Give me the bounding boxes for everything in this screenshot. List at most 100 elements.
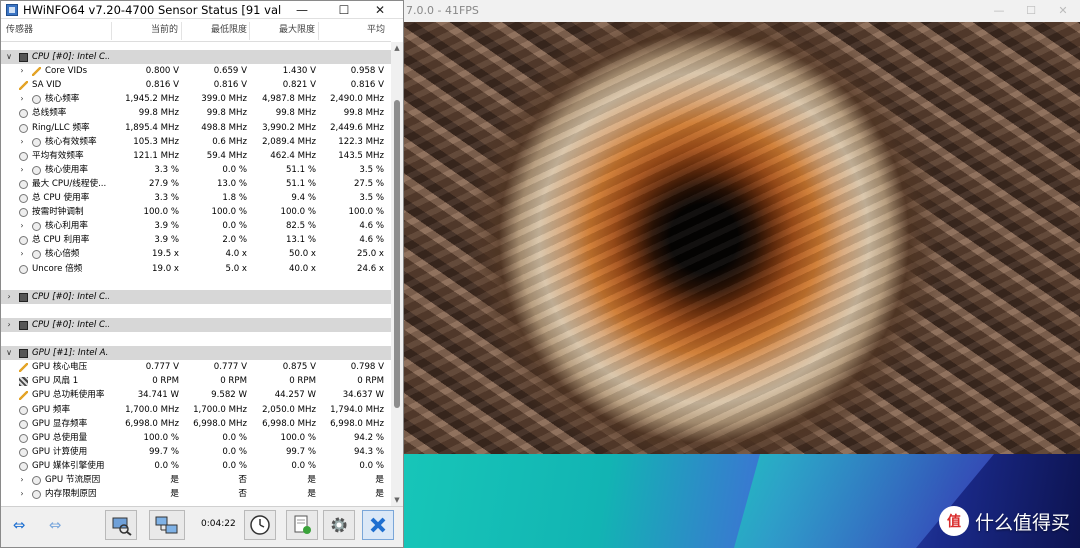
chevron-right-icon[interactable]: › — [17, 64, 27, 78]
value-max: 0.875 V — [282, 362, 316, 373]
sensor-label: GPU 频率 — [32, 404, 71, 415]
value-min: 0.0 % — [222, 432, 247, 443]
value-avg: 4.6 % — [359, 221, 384, 232]
background-app-titlebar[interactable]: 7.0.0 - 41FPS — ☐ ✕ — [404, 0, 1080, 22]
nav-right-button[interactable]: ⇔ — [39, 510, 71, 540]
value-max: 是 — [307, 489, 316, 500]
chevron-down-icon[interactable]: ∨ — [4, 346, 14, 360]
table-row[interactable]: 最大 CPU/线程使... 27.9 % 13.0 % 51.1 % 27.5 % — [1, 177, 391, 191]
minimize-button[interactable]: — — [285, 1, 319, 19]
table-row[interactable]: › Core VIDs 0.800 V 0.659 V 1.430 V 0.958 V — [1, 64, 391, 78]
value-min: 否 — [238, 475, 247, 485]
bg-close-icon[interactable]: ✕ — [1048, 0, 1078, 22]
col-divider[interactable] — [181, 22, 182, 40]
sensor-group-row[interactable]: › CPU [#0]: Intel C... — [1, 289, 391, 304]
value-max: 9.4 % — [291, 193, 316, 203]
value-min: 6,998.0 MHz — [193, 418, 247, 429]
value-min: 0.777 V — [213, 362, 247, 373]
remote-button[interactable] — [149, 510, 185, 540]
value-current: 0.0 % — [154, 460, 179, 471]
value-avg: 是 — [375, 489, 384, 500]
table-row[interactable]: SA VID 0.816 V 0.816 V 0.821 V 0.816 V — [1, 78, 391, 92]
chevron-right-icon[interactable]: › — [4, 318, 14, 332]
maximize-button[interactable]: ☐ — [327, 1, 361, 19]
scroll-thumb[interactable] — [394, 100, 400, 408]
table-row[interactable]: › 核心使用率 3.3 % 0.0 % 51.1 % 3.5 % — [1, 163, 391, 177]
bg-maximize-icon[interactable]: ☐ — [1016, 0, 1046, 22]
table-row[interactable]: › 核心有效频率 105.3 MHz 0.6 MHz 2,089.4 MHz 122.3 … — [1, 135, 391, 149]
table-row[interactable]: 总 CPU 利用率 3.9 % 2.0 % 13.1 % 4.6 % — [1, 233, 391, 247]
chevron-right-icon[interactable]: › — [17, 487, 27, 501]
chevron-right-icon[interactable]: › — [17, 135, 27, 149]
chevron-right-icon[interactable]: › — [17, 247, 27, 261]
reset-clock-button[interactable] — [244, 510, 276, 540]
table-row[interactable]: GPU 总使用量 100.0 % 0.0 % 100.0 % 94.2 % — [1, 431, 391, 445]
table-row[interactable]: GPU 显存频率 6,998.0 MHz 6,998.0 MHz 6,998.0 MH… — [1, 417, 391, 431]
chip-icon — [19, 320, 28, 330]
table-row[interactable]: › 核心频率 1,945.2 MHz 399.0 MHz 4,987.8 MHz 2,49… — [1, 92, 391, 106]
table-row[interactable]: Uncore 倍频 19.0 x 5.0 x 40.0 x 24.6 x — [1, 262, 391, 276]
chevron-down-icon[interactable]: ∨ — [4, 50, 14, 64]
table-row[interactable]: › 内存限制原因 是 否 是 是 — [1, 487, 391, 501]
window-titlebar[interactable]: HWiNFO64 v7.20-4700 Sensor Status [91 va… — [1, 1, 403, 19]
table-row[interactable]: GPU 核心电压 0.777 V 0.777 V 0.875 V 0.798 V — [1, 360, 391, 374]
table-row[interactable]: GPU 计算使用 99.7 % 0.0 % 99.7 % 94.3 % — [1, 445, 391, 459]
fractal-render-view — [404, 22, 1080, 454]
table-row[interactable]: GPU 风扇 1 0 RPM 0 RPM 0 RPM 0 RPM — [1, 374, 391, 388]
network-button[interactable] — [105, 510, 137, 540]
vertical-scrollbar[interactable]: ▲ ▼ — [391, 42, 403, 506]
value-current: 0.816 V — [145, 80, 179, 91]
col-min[interactable]: 最低限度 — [211, 20, 247, 40]
bolt-icon — [19, 363, 28, 373]
col-divider[interactable] — [318, 22, 319, 40]
chevron-right-icon[interactable]: › — [17, 473, 27, 487]
settings-button[interactable] — [323, 510, 355, 540]
col-divider[interactable] — [111, 22, 112, 40]
value-max: 6,998.0 MHz — [262, 418, 316, 429]
col-divider[interactable] — [249, 22, 250, 40]
sensor-label: 总 CPU 使用率 — [32, 193, 90, 203]
chevron-right-icon[interactable]: › — [4, 290, 14, 304]
value-max: 1.430 V — [282, 66, 316, 77]
sensor-group-row[interactable]: ∨ GPU [#1]: Intel A... — [1, 346, 391, 361]
value-max: 99.7 % — [285, 446, 316, 457]
hwinfo-sensor-window[interactable]: HWiNFO64 v7.20-4700 Sensor Status [91 va… — [0, 0, 404, 548]
col-max[interactable]: 最大限度 — [279, 20, 315, 40]
value-max: 82.5 % — [285, 221, 316, 232]
sensor-table[interactable]: ∨ CPU [#0]: Intel C... › Core VIDs 0.800 V 0.… — [1, 50, 391, 506]
table-row[interactable]: GPU 媒体引擎使用 0.0 % 0.0 % 0.0 % 0.0 % — [1, 459, 391, 473]
col-sensor[interactable]: 传感器 — [6, 20, 33, 40]
sensor-group-row[interactable]: › CPU [#0]: Intel C... — [1, 317, 391, 332]
logging-button[interactable] — [286, 510, 318, 540]
value-min: 0.659 V — [213, 66, 247, 77]
table-row[interactable]: › GPU 节流原因 是 否 是 是 — [1, 473, 391, 487]
chevron-right-icon[interactable]: › — [17, 92, 27, 106]
chevron-right-icon[interactable]: › — [17, 219, 27, 233]
scroll-up-icon[interactable]: ▲ — [391, 42, 403, 54]
table-row[interactable]: › 核心利用率 3.9 % 0.0 % 82.5 % 4.6 % — [1, 219, 391, 233]
exit-button[interactable] — [362, 510, 394, 540]
table-row[interactable]: GPU 频率 1,700.0 MHz 1,700.0 MHz 2,050.0 MHz 1… — [1, 403, 391, 417]
col-current[interactable]: 当前的 — [151, 20, 178, 40]
sensor-label: CPU [#0]: Intel C... — [32, 319, 109, 330]
value-avg: 99.8 MHz — [343, 108, 384, 119]
close-button[interactable]: ✕ — [363, 1, 397, 19]
clock-icon — [19, 208, 28, 218]
value-max: 51.1 % — [285, 164, 316, 175]
table-row[interactable]: GPU 总功耗使用率 34.741 W 9.582 W 44.257 W 34.637 … — [1, 388, 391, 402]
chevron-right-icon[interactable]: › — [17, 163, 27, 177]
value-max: 462.4 MHz — [270, 150, 316, 161]
chip-icon — [19, 349, 28, 359]
scroll-down-icon[interactable]: ▼ — [391, 494, 403, 506]
nav-left-button[interactable]: ⇔ — [3, 510, 35, 540]
sensor-group-row[interactable]: ∨ CPU [#0]: Intel C... — [1, 50, 391, 65]
table-row[interactable]: › 核心倍频 19.5 x 4.0 x 50.0 x 25.0 x — [1, 247, 391, 261]
table-row[interactable]: 平均有效频率 121.1 MHz 59.4 MHz 462.4 MHz 143.5 MH… — [1, 149, 391, 163]
table-row[interactable]: 总线频率 99.8 MHz 99.8 MHz 99.8 MHz 99.8 MHz — [1, 106, 391, 120]
table-row[interactable]: 按需时钟调制 100.0 % 100.0 % 100.0 % 100.0 % — [1, 205, 391, 219]
table-row[interactable]: 总 CPU 使用率 3.3 % 1.8 % 9.4 % 3.5 % — [1, 191, 391, 205]
col-avg[interactable]: 平均 — [367, 20, 385, 40]
table-row[interactable]: Ring/LLC 频率 1,895.4 MHz 498.8 MHz 3,990.2 M… — [1, 121, 391, 135]
background-app-window[interactable]: 7.0.0 - 41FPS — ☐ ✕ 值 什么值得买 — [404, 0, 1080, 548]
bg-minimize-icon[interactable]: — — [984, 0, 1014, 22]
